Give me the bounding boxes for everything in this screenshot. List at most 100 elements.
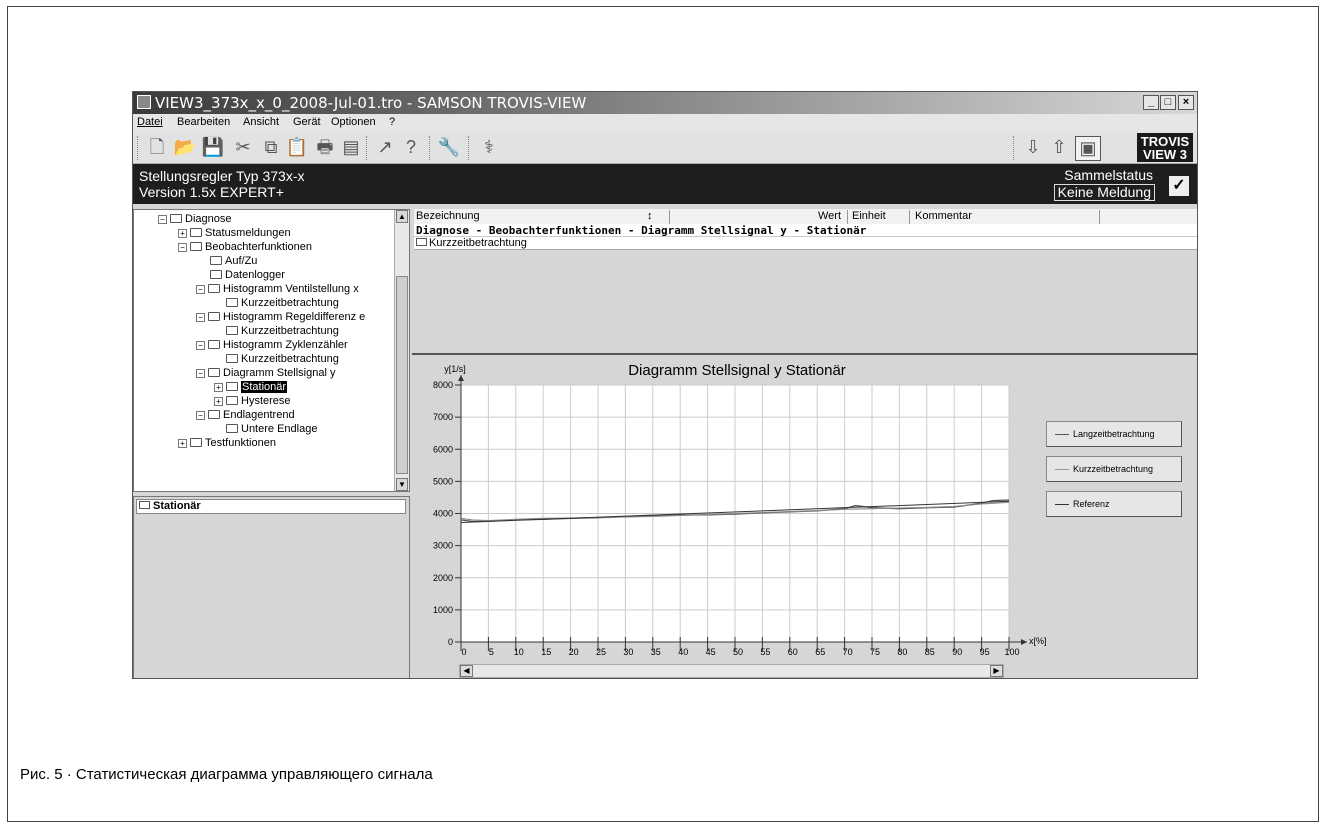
legend-langzeitbetrachtung-button[interactable]: Langzeitbetrachtung [1046,421,1182,447]
help-icon[interactable]: ? [399,136,423,159]
title-bar[interactable]: VIEW3_373x_x_0_2008-Jul-01.tro - SAMSON … [133,92,1197,114]
menu-help[interactable]: ? [389,116,395,128]
tree-item-histogramm-ventilstellung[interactable]: − Histogramm Ventilstellung x [196,282,359,296]
tree-item-kurzzeitbetrachtung[interactable]: Kurzzeitbetrachtung [226,324,339,338]
window-title: VIEW3_373x_x_0_2008-Jul-01.tro - SAMSON … [155,94,587,112]
x-tick-label: 0 [461,647,466,657]
app-icon [137,95,151,109]
status-label: Sammelstatus [1064,167,1153,183]
tree-item-histogramm-zyklenzaehler[interactable]: − Histogramm Zyklenzähler [196,338,348,352]
expand-icon[interactable]: + [214,397,223,406]
collapse-icon[interactable]: − [196,411,205,420]
column-wert[interactable]: Wert [818,210,841,222]
legend-kurzzeitbetrachtung-button[interactable]: Kurzzeitbetrachtung [1046,456,1182,482]
stethoscope-icon[interactable]: ⚕ [477,136,501,159]
menu-optionen[interactable]: Optionen [331,116,376,128]
collapse-icon[interactable]: − [196,313,205,322]
device-bar: Stellungsregler Typ 373x-x Version 1.5x … [133,164,1197,204]
copy-icon[interactable]: ⧉ [259,136,283,159]
scroll-up-icon[interactable]: ▲ [396,210,408,223]
folder-icon [208,312,220,321]
collapse-icon[interactable]: − [178,243,187,252]
tree-item-diagramm-stellsignal[interactable]: − Diagramm Stellsignal y [196,366,335,380]
grid-folder-row[interactable]: Kurzzeitbetrachtung [414,237,1197,250]
folder-icon [416,238,427,246]
x-tick-label: 55 [760,647,770,657]
tree-item-kurzzeitbetrachtung[interactable]: Kurzzeitbetrachtung [226,352,339,366]
tree-item-datenlogger[interactable]: Datenlogger [210,268,285,282]
x-tick-label: 30 [623,647,633,657]
tree-item-stationaer[interactable]: + Stationär [214,380,288,394]
x-tick-label: 45 [706,647,716,657]
tree-item-untere-endlage[interactable]: Untere Endlage [226,422,317,436]
chart-title: Diagramm Stellsignal y Stationär [628,362,846,379]
legend-swatch [1055,469,1069,470]
properties-header: Stationär [136,499,406,514]
column-divider[interactable] [847,210,848,225]
tree-item-kurzzeitbetrachtung[interactable]: Kurzzeitbetrachtung [226,296,339,310]
collapse-icon[interactable]: − [196,285,205,294]
close-button[interactable]: × [1178,95,1194,110]
collapse-icon[interactable]: − [196,341,205,350]
y-axis-arrow [458,375,464,381]
column-divider[interactable] [669,210,670,225]
menu-bearbeiten[interactable]: Bearbeiten [177,116,230,128]
menu-datei[interactable]: Datei [137,116,163,128]
x-tick-label: 40 [678,647,688,657]
column-kommentar[interactable]: Kommentar [915,210,972,222]
tree-item-beobachterfunktionen[interactable]: − Beobachterfunktionen [178,240,312,254]
expand-icon[interactable]: + [178,229,187,238]
toolbar-separator [1013,136,1016,160]
expand-icon[interactable]: + [178,439,187,448]
folder-icon [210,256,222,265]
online-icon[interactable]: ▣ [1075,136,1101,161]
menu-ansicht[interactable]: Ansicht [243,116,279,128]
column-bezeichnung[interactable]: Bezeichnung [416,210,480,222]
navigation-tree[interactable]: − Diagnose + Statusmeldungen − Beobachterfu… [133,209,410,492]
chart-horizontal-scrollbar[interactable]: ◀ ▶ [459,664,1004,678]
scroll-right-icon[interactable]: ▶ [990,665,1003,677]
scroll-left-icon[interactable]: ◀ [460,665,473,677]
folder-icon [139,501,150,509]
column-einheit[interactable]: Einheit [852,210,886,222]
maximize-button[interactable]: □ [1160,95,1176,110]
print-preview-icon[interactable]: ▤ [339,136,363,159]
tree-item-diagnose[interactable]: − Diagnose [158,212,231,226]
minimize-button[interactable]: _ [1143,95,1159,110]
x-tick-label: 90 [952,647,962,657]
open-icon[interactable]: 📂 [173,136,197,159]
y-tick-label: 4000 [433,509,453,519]
download-icon[interactable]: ⇩ [1021,136,1045,159]
sort-icon[interactable]: ↕ [647,210,653,222]
tree-item-hysterese[interactable]: + Hysterese [214,394,291,408]
menu-bar: Datei Bearbeiten Ansicht Gerät Optionen … [133,114,1197,131]
column-divider[interactable] [1099,210,1100,225]
scroll-thumb[interactable] [396,276,408,474]
tree-item-statusmeldungen[interactable]: + Statusmeldungen [178,226,291,240]
collapse-icon[interactable]: − [158,215,167,224]
device-version: Version 1.5x EXPERT+ [139,184,284,200]
tree-item-testfunktionen[interactable]: + Testfunktionen [178,436,276,450]
scroll-down-icon[interactable]: ▼ [396,478,408,491]
tree-item-endlagentrend[interactable]: − Endlagentrend [196,408,295,422]
folder-icon [226,354,238,363]
upload-device-icon[interactable]: ⇧ [1047,136,1071,159]
menu-geraet[interactable]: Gerät [293,116,321,128]
cut-icon[interactable]: ✂ [231,136,255,159]
tree-scrollbar[interactable]: ▲ ▼ [394,210,409,491]
folder-icon [226,382,238,391]
print-icon[interactable]: 🖶 [313,136,337,159]
upload-icon[interactable]: ↗ [373,136,397,159]
new-file-icon[interactable]: 🗋 [145,136,169,159]
expand-icon[interactable]: + [214,383,223,392]
wrench-icon[interactable]: 🔧 [437,136,461,159]
tree-item-histogramm-regeldifferenz[interactable]: − Histogramm Regeldifferenz e [196,310,365,324]
grid-path-row[interactable]: Diagnose - Beobachterfunktionen - Diagra… [414,224,1197,237]
legend-referenz-button[interactable]: Referenz [1046,491,1182,517]
tree-item-auf-zu[interactable]: Auf/Zu [210,254,257,268]
collapse-icon[interactable]: − [196,369,205,378]
folder-icon [226,298,238,307]
column-divider[interactable] [909,210,910,225]
paste-icon[interactable]: 📋 [285,136,309,159]
save-icon[interactable]: 💾 [201,136,225,159]
